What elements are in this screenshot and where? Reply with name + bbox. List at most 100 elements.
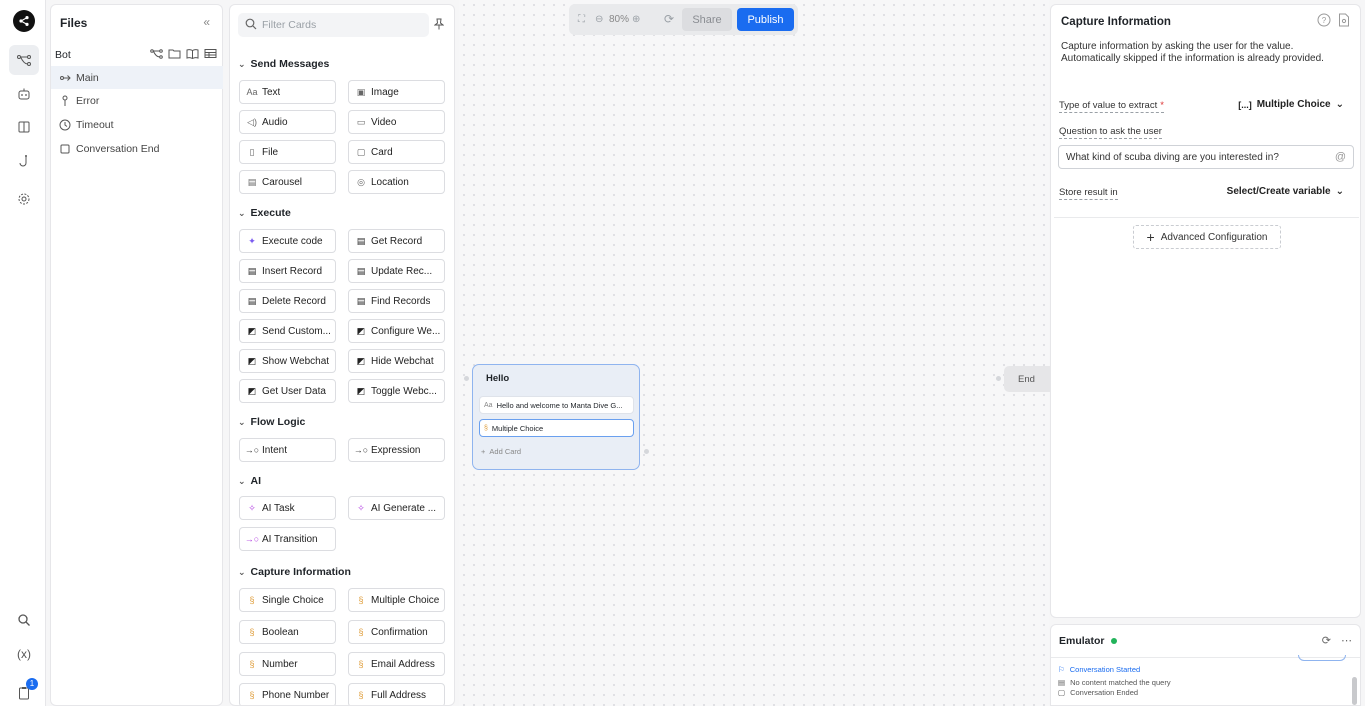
table-icon: ▤ <box>356 235 366 246</box>
emulator-title: Emulator <box>1059 635 1117 647</box>
card-card[interactable]: ▢ Card <box>348 140 445 164</box>
card-find-records[interactable]: ▤ Find Records <box>348 289 445 313</box>
settings-icon[interactable] <box>9 184 39 214</box>
help-icon[interactable]: ? <box>1317 13 1331 27</box>
node-input-port[interactable] <box>464 376 469 381</box>
question-input[interactable]: What kind of scuba diving are you intere… <box>1058 145 1354 169</box>
card-show-webchat[interactable]: ◩ Show Webchat <box>239 349 336 373</box>
node-card-multiple-choice[interactable]: § Multiple Choice <box>479 419 634 437</box>
share-logo-icon[interactable] <box>13 10 35 32</box>
section-ai[interactable]: ⌄ AI <box>238 475 261 487</box>
store-variable-select[interactable]: Select/Create variable ⌄ <box>1227 186 1344 197</box>
refresh-icon[interactable]: ⟳ <box>1322 634 1331 647</box>
inspector-panel: Capture Information ? Capture informatio… <box>1050 4 1361 618</box>
tree-item-timeout[interactable]: Timeout <box>51 113 223 136</box>
section-capture-information[interactable]: ⌄ Capture Information <box>238 566 351 578</box>
card-ai-task[interactable]: ✧ AI Task <box>239 496 336 520</box>
webchat-icon: ◩ <box>356 355 366 366</box>
scrollbar[interactable] <box>1352 677 1357 705</box>
event-no-content: ▤ No content matched the query <box>1058 678 1171 687</box>
section-send-messages[interactable]: ⌄ Send Messages <box>238 58 329 70</box>
card-single-choice[interactable]: § Single Choice <box>239 588 336 612</box>
card-delete-record[interactable]: ▤ Delete Record <box>239 289 336 313</box>
card-configure-webchat[interactable]: ◩ Configure We... <box>348 319 445 343</box>
zoom-in-icon[interactable]: ⊕ <box>632 14 640 25</box>
card-ai-transition[interactable]: →○ AI Transition <box>239 527 336 551</box>
pin-icon[interactable] <box>433 18 445 33</box>
new-folder-icon[interactable] <box>168 48 181 59</box>
card-execute-code[interactable]: ✦ Execute code <box>239 229 336 253</box>
card-multiple-choice[interactable]: § Multiple Choice <box>348 588 445 612</box>
bot-icon[interactable] <box>9 79 39 109</box>
flow-canvas[interactable] <box>459 0 1049 706</box>
document-icon[interactable] <box>1338 13 1350 27</box>
card-file[interactable]: ▯ File <box>239 140 336 164</box>
card-image[interactable]: ▣ Image <box>348 80 445 104</box>
zoom-out-icon[interactable]: ⊖ <box>595 14 603 25</box>
node-card-text[interactable]: Aa Hello and welcome to Manta Dive G... <box>479 396 634 414</box>
card-number[interactable]: § Number <box>239 652 336 676</box>
card-intent[interactable]: →○ Intent <box>239 438 336 462</box>
card-ai-generate[interactable]: ✧ AI Generate ... <box>348 496 445 520</box>
section-execute[interactable]: ⌄ Execute <box>238 207 291 219</box>
plus-icon: + <box>481 447 486 456</box>
table-icon: ▤ <box>247 265 257 276</box>
knowledge-icon[interactable] <box>186 48 199 59</box>
emulator-panel: Emulator ⟳ ⋯ ⚐ Conversation Started ▤ No… <box>1050 624 1361 706</box>
tree-item-conversation-end[interactable]: Conversation End <box>51 137 223 160</box>
card-get-user-data[interactable]: ◩ Get User Data <box>239 379 336 403</box>
card-carousel[interactable]: ▤ Carousel <box>239 170 336 194</box>
node-output-port[interactable] <box>644 449 649 454</box>
transition-icon: →○ <box>244 445 260 455</box>
divider <box>1054 217 1359 218</box>
tree-item-main[interactable]: Main <box>51 66 223 89</box>
card-email-address[interactable]: § Email Address <box>348 652 445 676</box>
capture-icon: § <box>249 627 255 637</box>
collapse-icon[interactable]: « <box>203 15 210 29</box>
type-label: Type of value to extract * <box>1059 100 1164 113</box>
card-audio[interactable]: ◁) Audio <box>239 110 336 134</box>
tree-item-error[interactable]: Error <box>51 89 223 112</box>
bot-label: Bot <box>55 49 71 61</box>
share-button[interactable]: Share <box>682 8 732 31</box>
end-node[interactable]: End <box>1004 366 1054 392</box>
flow-node-hello[interactable]: Hello Aa Hello and welcome to Manta Dive… <box>472 364 640 470</box>
card-location[interactable]: ◎ Location <box>348 170 445 194</box>
card-get-record[interactable]: ▤ Get Record <box>348 229 445 253</box>
chevron-down-icon: ⌄ <box>238 207 246 218</box>
refresh-icon[interactable]: ⟳ <box>664 12 674 26</box>
table-icon[interactable] <box>204 48 217 59</box>
more-icon[interactable]: ⋯ <box>1341 634 1352 647</box>
fit-view-icon[interactable]: ⛶ <box>578 14 585 25</box>
publish-button[interactable]: Publish <box>737 8 794 31</box>
card-boolean[interactable]: § Boolean <box>239 620 336 644</box>
clipboard-icon[interactable]: 1 <box>9 678 39 706</box>
new-flow-icon[interactable] <box>150 48 163 59</box>
card-send-custom[interactable]: ◩ Send Custom... <box>239 319 336 343</box>
filter-cards-input[interactable]: Filter Cards <box>238 13 429 37</box>
search-icon[interactable] <box>9 605 39 635</box>
flow-icon[interactable] <box>9 45 39 75</box>
card-update-record[interactable]: ▤ Update Rec... <box>348 259 445 283</box>
card-insert-record[interactable]: ▤ Insert Record <box>239 259 336 283</box>
card-phone-number[interactable]: § Phone Number <box>239 683 336 705</box>
square-icon: ▢ <box>1058 688 1066 697</box>
hook-icon[interactable] <box>9 146 39 176</box>
flag-icon: ⚐ <box>1058 665 1065 674</box>
section-flow-logic[interactable]: ⌄ Flow Logic <box>238 416 305 428</box>
image-icon: ▣ <box>356 86 366 97</box>
card-full-address[interactable]: § Full Address <box>348 683 445 705</box>
variable-icon[interactable]: (x) <box>9 639 39 669</box>
card-toggle-webchat[interactable]: ◩ Toggle Webc... <box>348 379 445 403</box>
advanced-configuration-button[interactable]: + Advanced Configuration <box>1133 225 1281 249</box>
card-text[interactable]: Aa Text <box>239 80 336 104</box>
mention-icon[interactable]: @ <box>1335 151 1346 163</box>
card-expression[interactable]: →○ Expression <box>348 438 445 462</box>
add-card-button[interactable]: + Add Card <box>481 447 521 456</box>
card-confirmation[interactable]: § Confirmation <box>348 620 445 644</box>
book-icon[interactable] <box>9 112 39 142</box>
card-hide-webchat[interactable]: ◩ Hide Webchat <box>348 349 445 373</box>
end-input-port[interactable] <box>996 376 1001 381</box>
card-video[interactable]: ▭ Video <box>348 110 445 134</box>
type-select[interactable]: [...] Multiple Choice ⌄ <box>1238 99 1344 110</box>
